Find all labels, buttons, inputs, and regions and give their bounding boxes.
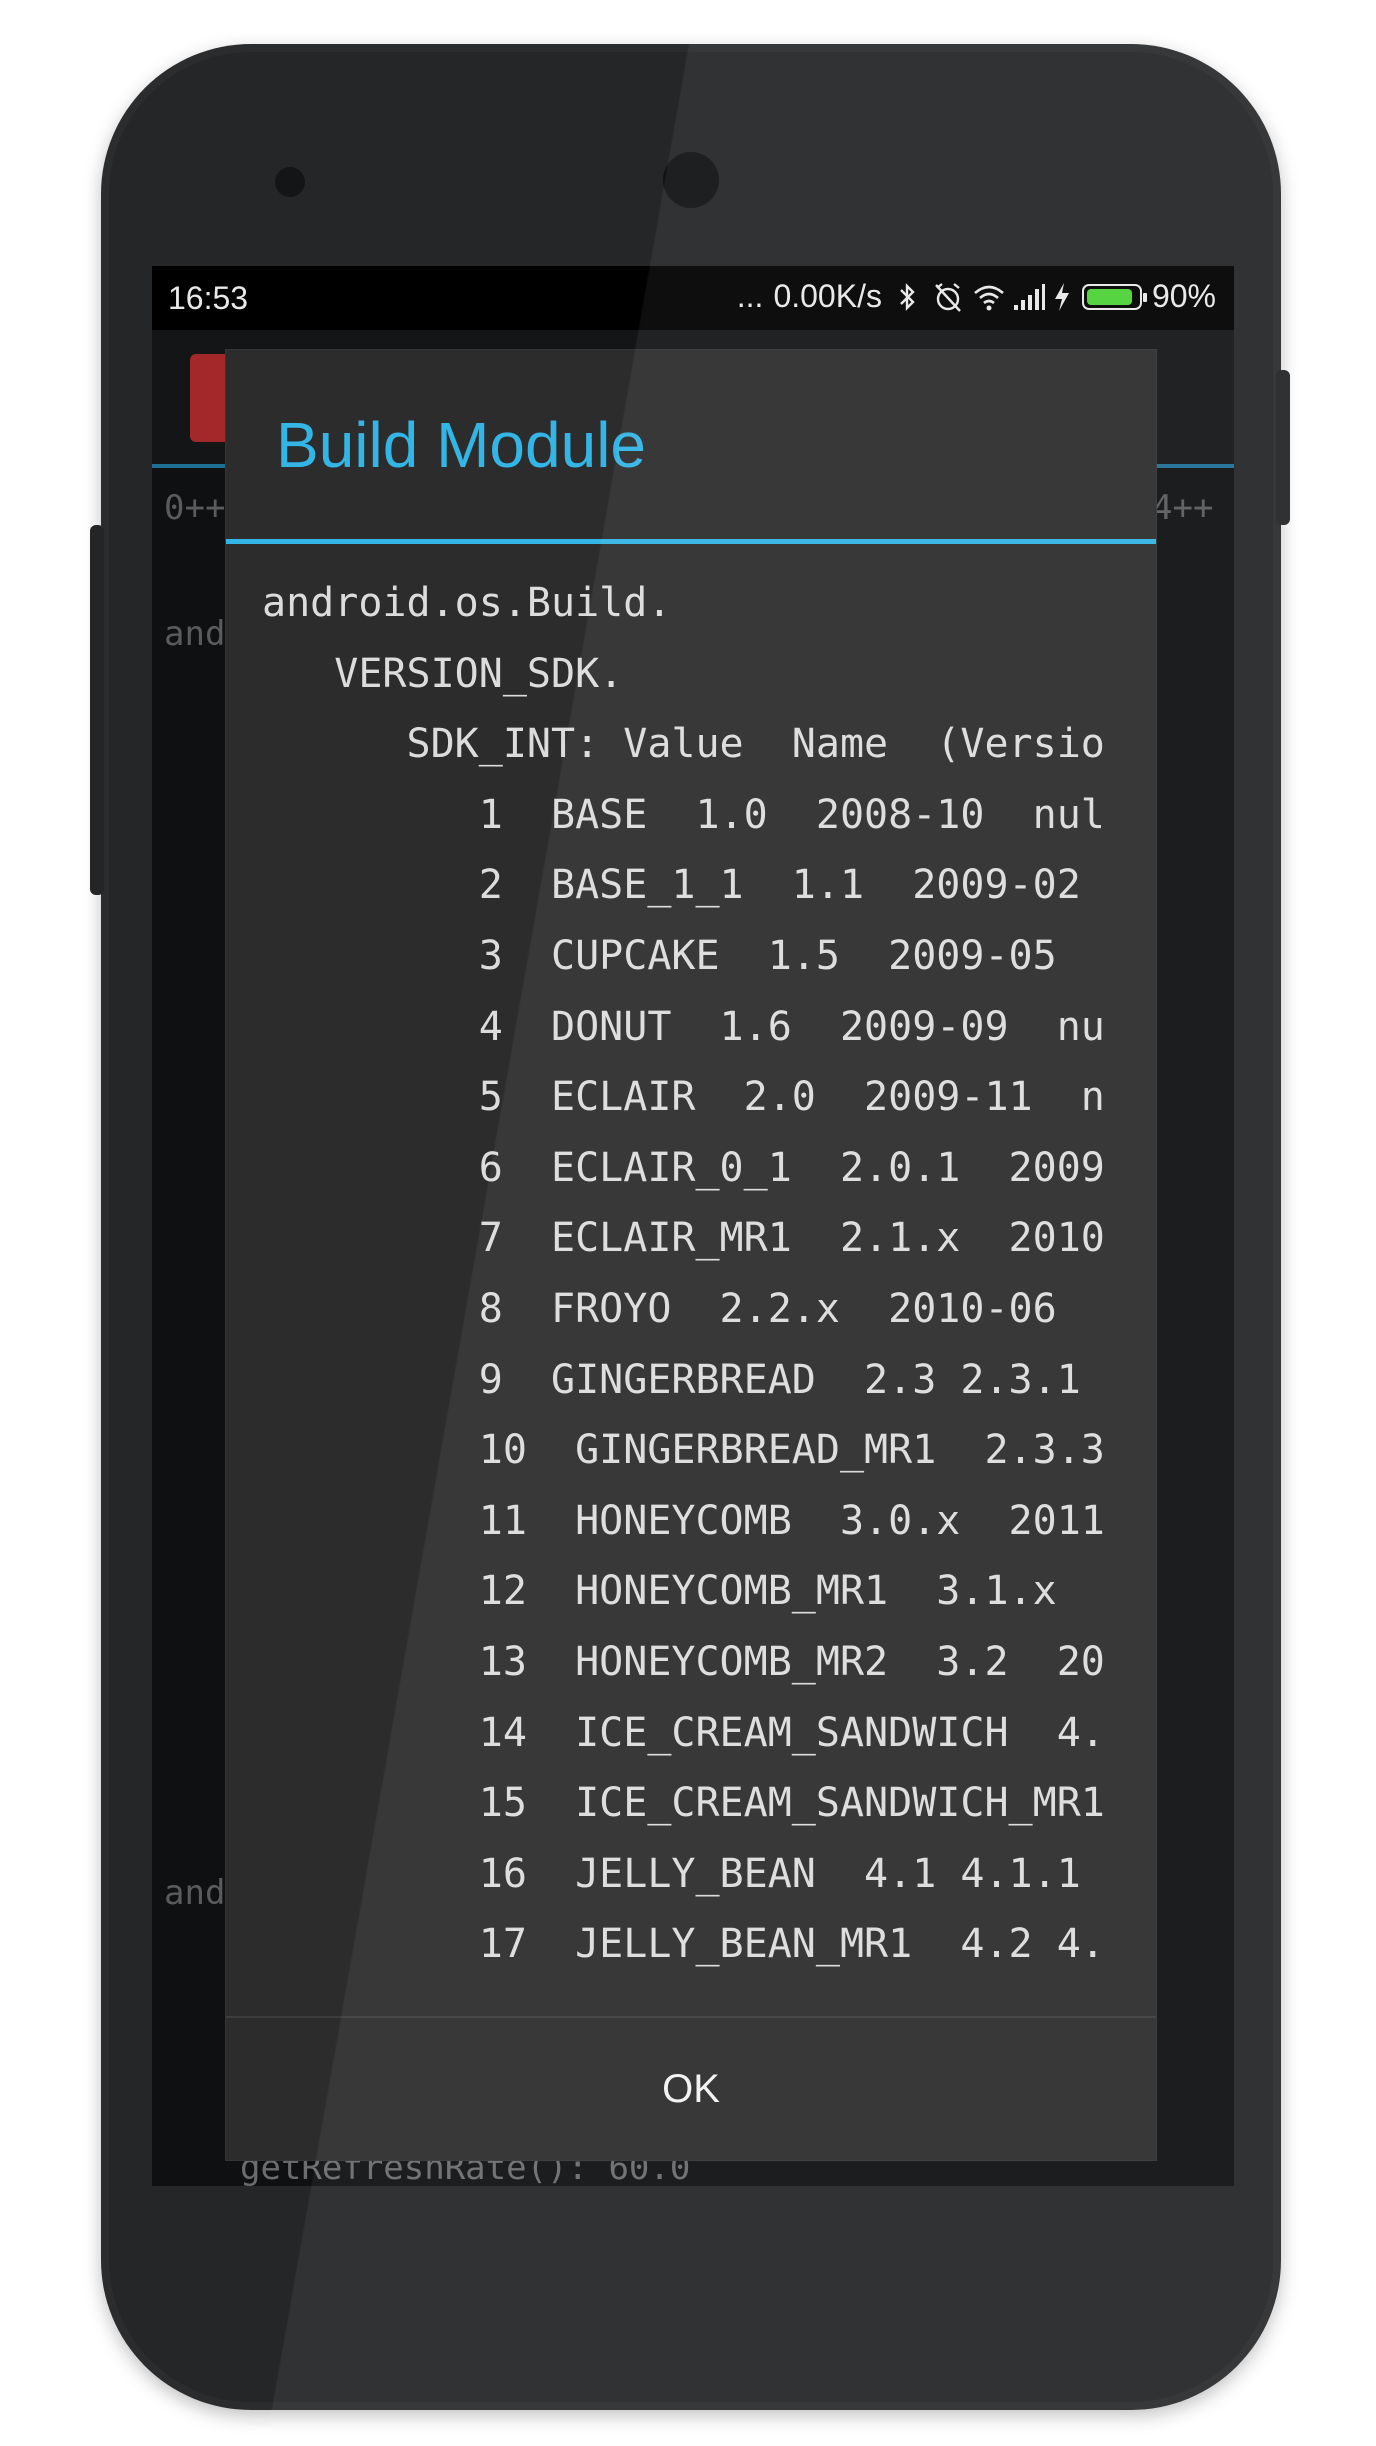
signal-icon (1012, 281, 1045, 313)
code-line: 3 CUPCAKE 1.5 2009-05 (262, 933, 1057, 979)
bg-line: and (164, 614, 226, 654)
volume-button (90, 525, 104, 895)
network-speed: 0.00K/s (773, 278, 882, 314)
front-camera (663, 152, 719, 208)
code-line: 5 ECLAIR 2.0 2009-11 n (262, 1074, 1105, 1121)
code-line: SDK_INT: Value Name (Versio (262, 721, 1105, 768)
proximity-sensor (275, 167, 305, 197)
more-dots: ... (736, 278, 764, 314)
alarm-off-icon (932, 281, 962, 313)
code-line: 16 JELLY_BEAN 4.1 4.1.1 (262, 1850, 1081, 1897)
build-module-dialog: Build Module android.os.Build. VERSION_S… (226, 350, 1156, 2160)
battery-icon (1081, 283, 1147, 310)
code-line: 11 HONEYCOMB 3.0.x 2011 (262, 1497, 1105, 1544)
code-line: 4 DONUT 1.6 2009-09 nu (262, 1003, 1105, 1050)
status-time: 16:53 (168, 280, 249, 316)
status-bar: 16:53 ... 0.00K/s 90% (152, 266, 1234, 330)
code-line: 17 JELLY_BEAN_MR1 4.2 4. (262, 1921, 1105, 1968)
status-indicators: ... 0.00K/s 90% (737, 278, 1216, 315)
code-line: 6 ECLAIR_0_1 2.0.1 2009 (262, 1144, 1105, 1191)
wifi-icon (972, 281, 1004, 313)
bg-tab-left: 0++ (164, 488, 226, 528)
code-line: 7 ECLAIR_MR1 2.1.x 2010 (262, 1215, 1105, 1262)
code-line: 12 HONEYCOMB_MR1 3.1.x (262, 1568, 1057, 1615)
bg-line: and (164, 1873, 226, 1913)
battery-percent: 90% (1151, 278, 1216, 314)
code-line: 14 ICE_CREAM_SANDWICH 4. (262, 1709, 1105, 1756)
battery-fill (1086, 288, 1132, 305)
code-line: 9 GINGERBREAD 2.3 2.3.1 (262, 1356, 1081, 1403)
bg-tab-right: 4++ (1152, 488, 1214, 528)
power-button (1276, 370, 1290, 525)
ok-button[interactable]: OK (226, 2018, 1156, 2160)
code-line: android.os.Build. (262, 580, 672, 626)
code-line: 15 ICE_CREAM_SANDWICH_MR1 (262, 1780, 1105, 1827)
title-divider (226, 539, 1156, 544)
code-line: 2 BASE_1_1 1.1 2009-02 (262, 862, 1081, 909)
dialog-content[interactable]: android.os.Build. VERSION_SDK. SDK_INT: … (262, 580, 1122, 2050)
code-line: 13 HONEYCOMB_MR2 3.2 20 (262, 1639, 1105, 1685)
dialog-title: Build Module (276, 409, 646, 481)
charging-icon (1052, 281, 1072, 313)
code-line: 8 FROYO 2.2.x 2010-06 (262, 1286, 1057, 1332)
code-line: 1 BASE 1.0 2008-10 nul (262, 791, 1105, 838)
bluetooth-icon (892, 281, 922, 313)
code-line: 10 GINGERBREAD_MR1 2.3.3 (262, 1427, 1105, 1474)
code-line: VERSION_SDK. (262, 650, 624, 697)
